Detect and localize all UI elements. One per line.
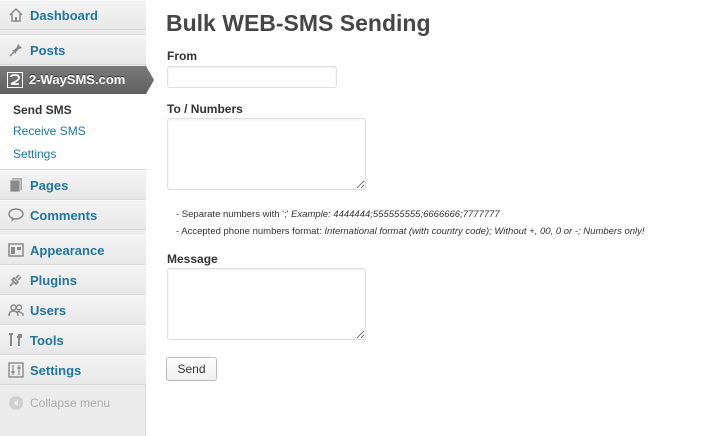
home-icon: [7, 6, 25, 24]
menu-settings-label: Settings: [30, 362, 82, 378]
page-title: Bulk WEB-SMS Sending: [166, 10, 431, 36]
menu-tools-label: Tools: [30, 332, 64, 348]
menu-pages[interactable]: Pages: [0, 170, 146, 200]
hint-format-example: International format (with country code)…: [324, 226, 645, 237]
menu-plugins[interactable]: Plugins: [0, 265, 146, 295]
to-numbers-textarea[interactable]: [167, 118, 366, 190]
menu-appearance[interactable]: Appearance: [0, 235, 146, 265]
menu-users[interactable]: Users: [0, 295, 146, 325]
tools-icon: [7, 331, 25, 349]
send-button[interactable]: Send: [166, 357, 217, 381]
hint-separator-text: - Separate numbers with ';': [176, 209, 292, 220]
to-numbers-label: To / Numbers: [167, 102, 243, 116]
menu-tools[interactable]: Tools: [0, 325, 146, 355]
message-label: Message: [167, 252, 218, 266]
menu-settings[interactable]: Settings: [0, 355, 146, 385]
hint-separator-example: Example: 4444444;555555555;6666666;77777…: [291, 209, 500, 220]
submenu-receive-sms[interactable]: Receive SMS: [13, 124, 86, 138]
menu-posts-label: Posts: [30, 42, 66, 58]
submenu-settings[interactable]: Settings: [13, 147, 56, 161]
menu-comments-label: Comments: [30, 207, 98, 223]
plugin-submenu: Send SMS Receive SMS Settings: [0, 94, 146, 170]
menu-users-label: Users: [30, 302, 67, 318]
collapse-arrow-icon: [8, 395, 24, 411]
hint-separator: - Separate numbers with ';' Example: 444…: [176, 209, 500, 220]
menu-appearance-label: Appearance: [30, 242, 105, 258]
submenu-send-sms[interactable]: Send SMS: [13, 103, 72, 117]
collapse-menu-button[interactable]: Collapse menu: [0, 392, 146, 414]
collapse-menu-label: Collapse menu: [30, 396, 111, 410]
menu-2waysms[interactable]: 2-WaySMS.com: [0, 66, 154, 94]
pages-icon: [7, 176, 25, 194]
menu-plugins-label: Plugins: [30, 272, 77, 288]
pushpin-icon: [7, 41, 25, 59]
appearance-icon: [7, 241, 25, 259]
from-label: From: [167, 49, 197, 63]
menu-dashboard[interactable]: Dashboard: [0, 0, 146, 30]
users-icon: [7, 301, 25, 319]
plugin-logo-icon: [7, 72, 23, 88]
message-textarea[interactable]: [167, 268, 366, 340]
plug-icon: [7, 271, 25, 289]
from-input[interactable]: [167, 66, 337, 88]
menu-pages-label: Pages: [30, 177, 69, 193]
hint-format-text: - Accepted phone numbers format:: [176, 226, 325, 237]
admin-sidebar: Dashboard Posts 2-WaySMS.com Send SMS Re…: [0, 0, 154, 436]
menu-posts[interactable]: Posts: [0, 35, 146, 65]
settings-sliders-icon: [7, 361, 25, 379]
comment-bubble-icon: [7, 206, 25, 224]
menu-2waysms-label: 2-WaySMS.com: [29, 72, 126, 87]
menu-comments[interactable]: Comments: [0, 200, 146, 230]
hint-format: - Accepted phone numbers format: Interna…: [176, 226, 645, 237]
menu-dashboard-label: Dashboard: [30, 7, 98, 23]
